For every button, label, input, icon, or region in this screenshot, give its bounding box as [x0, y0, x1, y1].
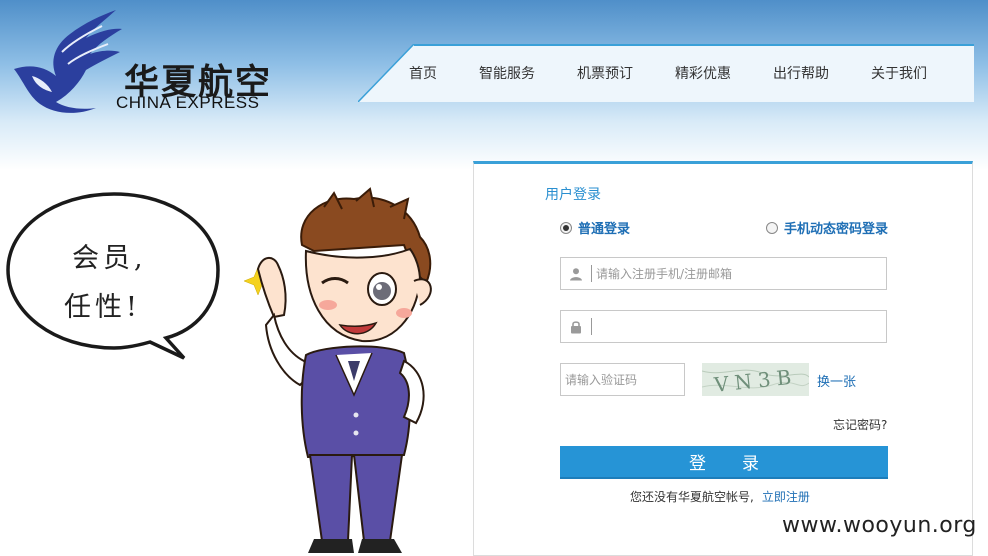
captcha-refresh-link[interactable]: 换一张: [817, 371, 856, 390]
radio-unchecked-icon[interactable]: [766, 221, 778, 234]
mascot-illustration: [244, 187, 432, 553]
captcha-input[interactable]: [560, 363, 685, 396]
username-input[interactable]: [592, 258, 886, 289]
radio-dynamic-password-login-label: 手机动态密码登录: [784, 222, 889, 237]
bubble-text-line2: 任性!: [64, 292, 141, 323]
password-input[interactable]: [592, 311, 886, 342]
nav-item-smart-service[interactable]: 智能服务: [458, 63, 556, 83]
main-nav: 首页 智能服务 机票预订 精彩优惠 出行帮助 关于我们: [358, 44, 974, 102]
username-field: [560, 257, 887, 290]
radio-checked-icon[interactable]: [560, 221, 572, 234]
password-field: [560, 310, 887, 343]
wing-logo-icon: [14, 10, 122, 113]
watermark: www.wooyun.org: [782, 513, 977, 538]
speech-bubble: [6, 192, 220, 360]
nav-item-about-us[interactable]: 关于我们: [850, 63, 948, 83]
brand-name-en: CHINA EXPRESS: [116, 93, 260, 112]
register-prompt: 您还没有华夏航空帐号,: [630, 490, 754, 504]
register-row: 您还没有华夏航空帐号, 立即注册: [630, 488, 810, 505]
radio-normal-login-label: 普通登录: [578, 222, 631, 237]
nav-item-promotions[interactable]: 精彩优惠: [654, 63, 752, 83]
radio-dynamic-password-login[interactable]: 手机动态密码登录: [766, 218, 888, 237]
captcha-image[interactable]: VN3B: [702, 363, 809, 396]
login-button[interactable]: 登录: [560, 446, 888, 479]
lock-icon: [561, 311, 591, 342]
register-link[interactable]: 立即注册: [762, 490, 810, 504]
forgot-password-link[interactable]: 忘记密码?: [833, 416, 887, 433]
login-title: 用户登录: [545, 187, 601, 203]
nav-item-travel-help[interactable]: 出行帮助: [752, 63, 850, 83]
nav-item-home[interactable]: 首页: [388, 63, 458, 83]
nav-items: 首页 智能服务 机票预订 精彩优惠 出行帮助 关于我们: [388, 44, 948, 102]
bubble-text-line1: 会员,: [72, 243, 147, 274]
login-panel: 用户登录 普通登录 手机动态密码登录 VN3B 换一张 忘记密码? 登录 您还没…: [473, 161, 973, 556]
radio-normal-login[interactable]: 普通登录: [560, 218, 630, 237]
user-icon: [561, 258, 591, 289]
brand-logo[interactable]: 华夏航空 CHINA EXPRESS: [10, 6, 280, 116]
nav-item-ticket-booking[interactable]: 机票预订: [556, 63, 654, 83]
